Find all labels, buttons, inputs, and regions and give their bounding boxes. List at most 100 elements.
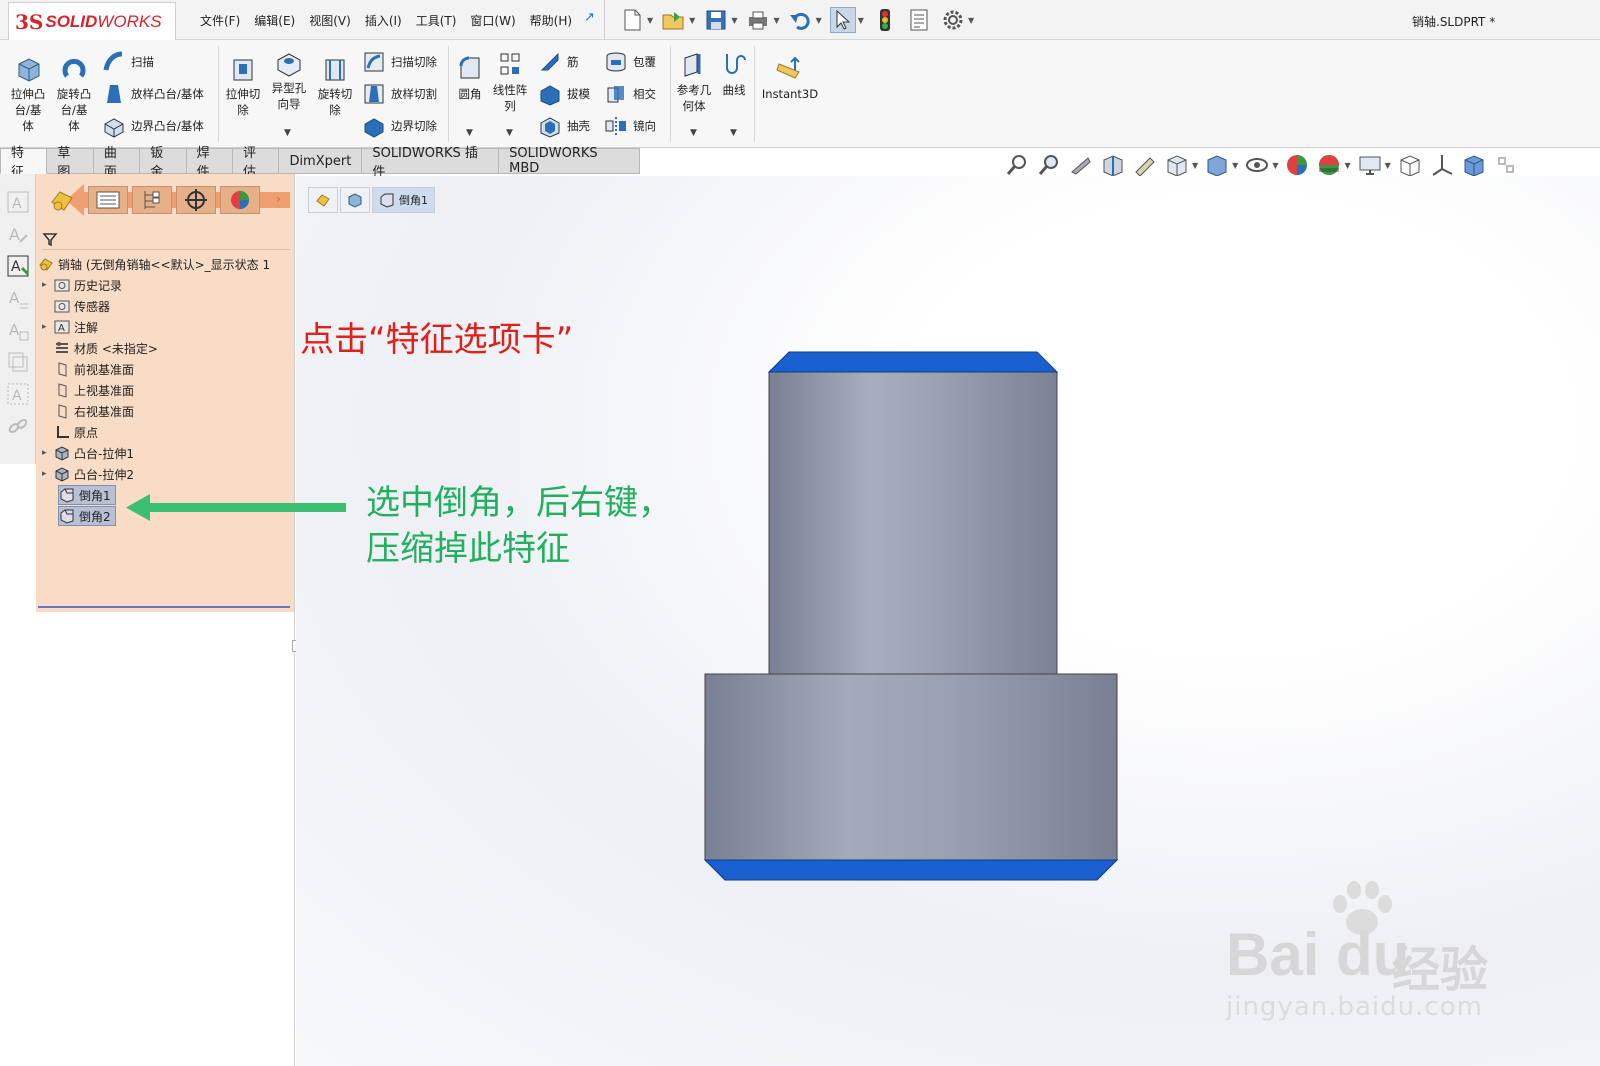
tab-surfaces[interactable]: 曲面 — [93, 146, 141, 180]
new-document-icon[interactable] — [619, 7, 645, 33]
loft-cut-button[interactable]: 放样切割 — [362, 82, 437, 106]
zoom-to-fit-icon[interactable] — [1004, 152, 1030, 178]
chevron-down-icon[interactable]: ▼ — [858, 16, 864, 25]
chevron-right-icon[interactable]: › — [276, 192, 281, 206]
view-cube-icon[interactable] — [1397, 152, 1423, 178]
chevron-down-icon[interactable]: ▼ — [773, 16, 779, 25]
chevron-down-icon[interactable]: ▼ — [466, 128, 473, 138]
file-properties-icon[interactable] — [906, 7, 932, 33]
section-view-icon[interactable] — [1100, 152, 1126, 178]
configuration-manager-tab[interactable] — [132, 186, 172, 214]
shaded-cube-icon[interactable] — [1461, 152, 1487, 178]
tree-filter[interactable] — [42, 228, 290, 250]
panel-divider[interactable] — [294, 174, 295, 1066]
tree-item-boss-extrude2[interactable]: ▸ 凸台-拉伸2 — [42, 464, 134, 484]
undo-icon[interactable] — [788, 7, 814, 33]
menu-view[interactable]: 视图(V) — [309, 12, 351, 29]
annotation-a-active-icon[interactable]: A — [6, 254, 30, 278]
annotation-a-list-icon[interactable]: A — [6, 286, 30, 310]
boundary-cut-button[interactable]: 边界切除 — [362, 114, 437, 138]
tree-item-sensors[interactable]: 传感器 — [42, 296, 110, 316]
chevron-down-icon[interactable]: ▼ — [731, 16, 737, 25]
chevron-down-icon[interactable]: ▼ — [1385, 161, 1391, 170]
chevron-down-icon[interactable]: ▼ — [647, 16, 653, 25]
linear-pattern-button[interactable]: 线性阵 列 — [490, 50, 530, 114]
collapse-toolbar-icon[interactable] — [1493, 152, 1519, 178]
menu-window[interactable]: 窗口(W) — [470, 12, 515, 29]
tree-item-top-plane[interactable]: 上视基准面 — [42, 380, 134, 400]
chevron-down-icon[interactable]: ▼ — [730, 128, 737, 138]
hole-wizard-button[interactable]: 异型孔 向导 — [268, 48, 310, 112]
sweep-cut-button[interactable]: 扫描切除 — [362, 50, 437, 74]
print-icon[interactable] — [745, 7, 771, 33]
reference-geometry-button[interactable]: 参考几 何体 — [674, 50, 714, 114]
triad-icon[interactable] — [1429, 152, 1455, 178]
chevron-down-icon[interactable]: ▼ — [968, 16, 974, 25]
feature-manager-tree-icon[interactable] — [48, 188, 76, 214]
chevron-down-icon[interactable]: ▼ — [689, 16, 695, 25]
top-chamfer-face[interactable] — [767, 351, 1059, 373]
rebuild-traffic-light-icon[interactable] — [872, 7, 898, 33]
edit-appearance-icon[interactable] — [1284, 152, 1310, 178]
menu-file[interactable]: 文件(F) — [200, 12, 240, 29]
annotation-a-icon[interactable]: A — [6, 190, 30, 214]
view-settings-icon[interactable] — [1357, 152, 1383, 178]
dynamic-annotation-icon[interactable] — [1132, 152, 1158, 178]
display-style-icon[interactable] — [1204, 152, 1230, 178]
tree-item-origin[interactable]: 原点 — [42, 422, 98, 442]
chevron-down-icon[interactable]: ▼ — [690, 128, 697, 138]
tab-features[interactable]: 特征 — [0, 146, 48, 180]
breadcrumb-part[interactable] — [308, 187, 338, 213]
shell-button[interactable]: 抽壳 — [538, 114, 590, 138]
intersect-button[interactable]: 相交 — [604, 82, 656, 106]
expand-arrow-icon[interactable]: ▸ — [42, 469, 54, 479]
tab-solidworks-addins[interactable]: SOLIDWORKS 插件 — [362, 146, 500, 180]
expand-arrow-icon[interactable]: ▸ — [42, 322, 54, 332]
tab-sketch[interactable]: 草图 — [47, 146, 94, 180]
display-manager-tab[interactable] — [220, 186, 260, 214]
annotation-stack-icon[interactable] — [6, 350, 30, 374]
previous-view-icon[interactable] — [1068, 152, 1094, 178]
draft-button[interactable]: 拔模 — [538, 82, 590, 106]
tree-item-boss-extrude1[interactable]: ▸ 凸台-拉伸1 — [42, 443, 134, 463]
hide-show-items-icon[interactable] — [1244, 152, 1270, 178]
instant3d-button[interactable]: Instant3D — [760, 54, 820, 102]
revolve-cut-button[interactable]: 旋转切 除 — [314, 54, 356, 118]
breadcrumb-current-feature[interactable]: 倒角1 — [372, 187, 435, 213]
tree-item-chamfer2[interactable]: 倒角2 — [58, 506, 116, 526]
tree-item-chamfer1[interactable]: 倒角1 — [58, 485, 116, 505]
apply-scene-icon[interactable] — [1316, 152, 1342, 178]
extrude-cut-button[interactable]: 拉伸切 除 — [222, 54, 264, 118]
menu-edit[interactable]: 编辑(E) — [254, 12, 295, 29]
sweep-button[interactable]: 扫描 — [102, 50, 154, 74]
menu-insert[interactable]: 插入(I) — [365, 12, 402, 29]
tab-dimxpert[interactable]: DimXpert — [279, 148, 363, 174]
chevron-down-icon[interactable]: ▼ — [1272, 161, 1278, 170]
pin-head-body[interactable] — [704, 673, 1118, 861]
annotation-a-edit-icon[interactable]: A — [6, 222, 30, 246]
open-folder-icon[interactable] — [661, 7, 687, 33]
tree-root-part[interactable]: 销轴 (无倒角销轴<<默认>_显示状态 1 — [38, 254, 270, 274]
boundary-boss-button[interactable]: 边界凸台/基体 — [102, 114, 204, 138]
rollback-bar[interactable] — [38, 606, 290, 608]
select-pointer-icon[interactable] — [829, 7, 856, 33]
menu-tools[interactable]: 工具(T) — [416, 12, 457, 29]
tab-evaluate[interactable]: 评估 — [233, 146, 280, 180]
chevron-down-icon[interactable]: ▼ — [816, 16, 822, 25]
zoom-to-area-icon[interactable] — [1036, 152, 1062, 178]
rib-button[interactable]: 筋 — [538, 50, 579, 74]
tree-item-material[interactable]: 材质 <未指定> — [42, 338, 158, 358]
tree-item-front-plane[interactable]: 前视基准面 — [42, 359, 134, 379]
chevron-down-icon[interactable]: ▼ — [1192, 161, 1198, 170]
pin-shaft-body[interactable] — [768, 371, 1058, 675]
chevron-down-icon[interactable]: ▼ — [284, 128, 291, 138]
options-gear-icon[interactable] — [940, 7, 966, 33]
tree-item-right-plane[interactable]: 右视基准面 — [42, 401, 134, 421]
tree-item-history[interactable]: ▸ 历史记录 — [42, 275, 122, 295]
mirror-button[interactable]: 镜向 — [604, 114, 656, 138]
menu-help[interactable]: 帮助(H) — [530, 12, 572, 29]
tab-sheet-metal[interactable]: 钣金 — [140, 146, 187, 180]
view-orientation-icon[interactable] — [1164, 152, 1190, 178]
expand-arrow-icon[interactable]: ▸ — [42, 448, 54, 458]
property-manager-tab[interactable] — [88, 186, 128, 214]
